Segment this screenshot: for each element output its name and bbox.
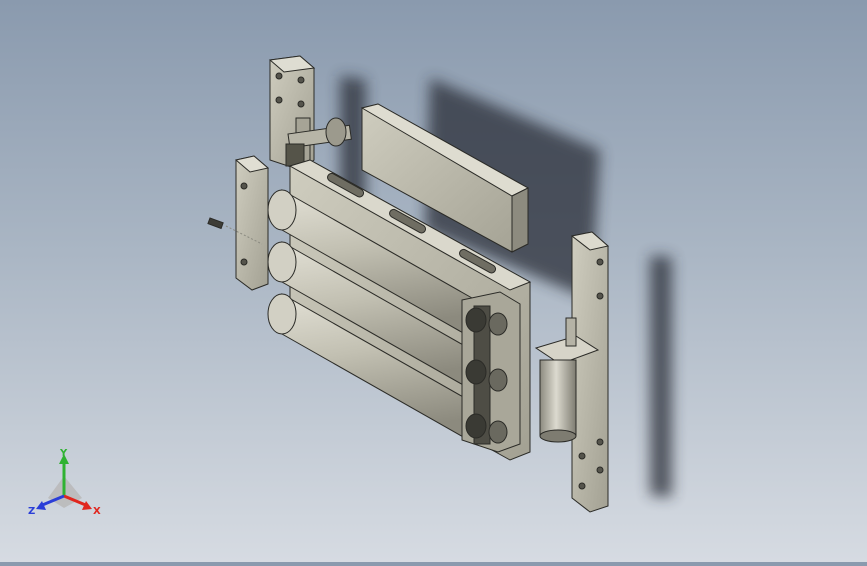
right-mounting-bracket[interactable]	[570, 231, 610, 513]
z-axis-label: Z	[28, 506, 35, 517]
view-orientation-triad[interactable]: Y X Z	[22, 446, 112, 526]
y-axis-label: Y	[59, 448, 68, 459]
cad-3d-viewport[interactable]	[0, 0, 867, 562]
model-canvas[interactable]	[0, 0, 867, 562]
x-axis-label: X	[93, 506, 101, 517]
belt-drive-assembly[interactable]	[461, 291, 521, 453]
view-orientation-triad-icon[interactable]: Y X Z	[22, 446, 112, 526]
left-end-plate[interactable]	[234, 155, 270, 291]
